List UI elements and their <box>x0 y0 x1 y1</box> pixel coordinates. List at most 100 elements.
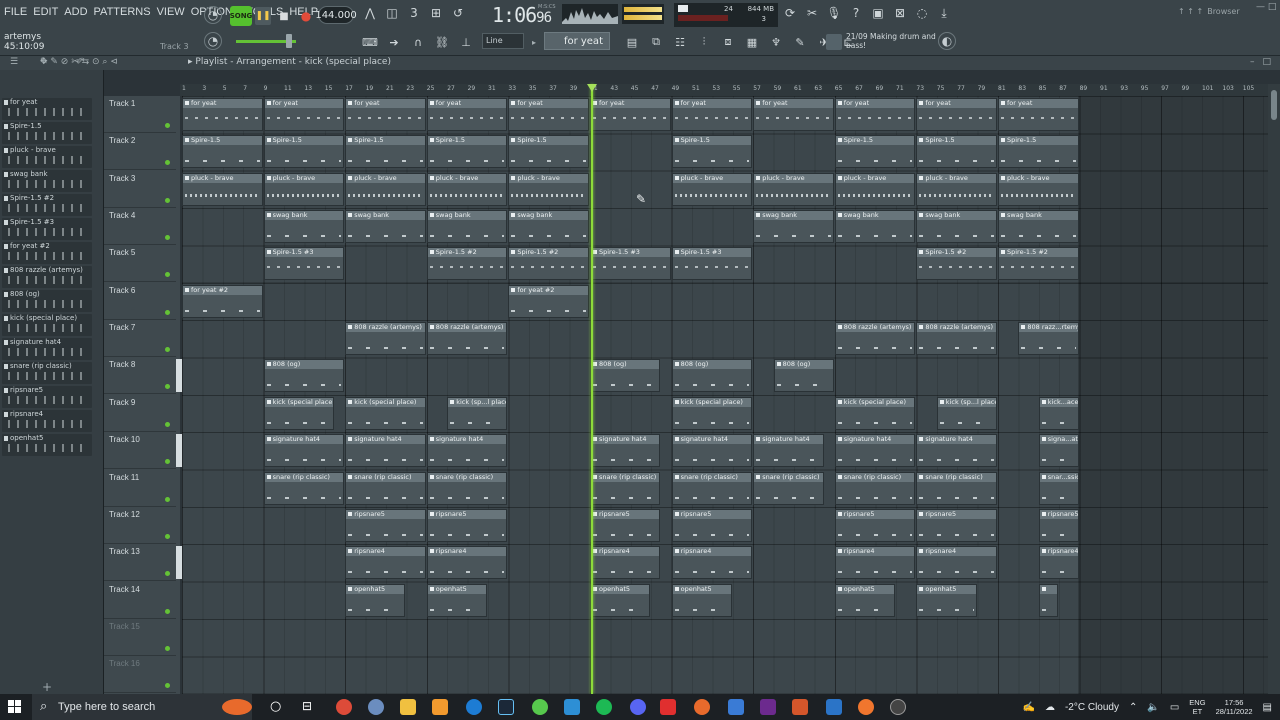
pattern-clip[interactable]: signature hat4 <box>916 434 997 468</box>
news-panel[interactable]: 21/09 Making drum and bass! <box>846 32 938 50</box>
pattern-icon[interactable]: ⧈ <box>720 34 736 50</box>
pattern-clip[interactable]: signature hat4 <box>590 434 661 468</box>
pattern-clip[interactable]: for yeat #2 <box>182 284 263 318</box>
menu-add[interactable]: ADD <box>64 6 87 18</box>
playlist-window-controls[interactable]: –□✕ <box>1250 57 1280 67</box>
pattern-clip[interactable]: 808 (og) <box>773 359 834 393</box>
track-mute-led[interactable] <box>165 347 170 353</box>
master-pitch-knob[interactable]: ◔ <box>204 32 222 50</box>
channel-rack-icon[interactable]: ☷ <box>672 34 688 50</box>
microphone-icon[interactable]: 🎙 <box>826 5 842 21</box>
pattern-clip[interactable]: openhat5 <box>916 583 977 617</box>
pattern-clip[interactable]: signature hat4 <box>345 434 426 468</box>
pattern-clip[interactable]: Spire-1.5 #2 <box>998 247 1079 281</box>
scrollbar-thumb[interactable] <box>1271 90 1277 120</box>
pattern-clip[interactable]: ripsnare4 <box>345 546 426 580</box>
magnet-icon[interactable]: ∩ <box>410 34 426 50</box>
track-header[interactable]: Track 6 <box>104 283 176 320</box>
picker-item[interactable]: pluck - brave <box>2 146 92 168</box>
pattern-clip[interactable]: ripsnare4 <box>1038 546 1079 580</box>
fl-studio-icon[interactable] <box>432 699 448 715</box>
pattern-clip[interactable]: ripsnare5 <box>671 508 753 542</box>
vertical-scrollbar[interactable] <box>1268 84 1280 694</box>
pattern-clip[interactable]: swag bank <box>263 210 345 244</box>
pattern-clip[interactable]: Spire-1.5 #2 <box>916 247 997 281</box>
pattern-clip[interactable]: pluck - brave <box>671 172 753 206</box>
plugin-icon[interactable]: ⊠ <box>892 5 908 21</box>
pattern-clip[interactable]: snar...ssic) <box>1038 471 1079 505</box>
cpu-knob-icon[interactable]: ◔ <box>204 6 222 24</box>
pattern-clip[interactable]: signature hat4 <box>671 434 753 468</box>
pattern-clip[interactable]: pluck - brave <box>182 172 263 206</box>
obs-icon[interactable] <box>890 699 906 715</box>
menu-patterns[interactable]: PATTERNS <box>94 6 151 18</box>
plugin-picker-icon[interactable]: ♆ <box>768 34 784 50</box>
weather-text[interactable]: -2°C Cloudy <box>1065 702 1119 713</box>
pattern-clip[interactable]: pluck - brave <box>508 172 589 206</box>
pattern-clip[interactable]: openhat5 <box>345 583 406 617</box>
pattern-clip[interactable]: swag bank <box>345 210 426 244</box>
pattern-clip[interactable]: signature hat4 <box>263 434 345 468</box>
track-header[interactable]: Track 11 <box>104 470 176 507</box>
pattern-clip[interactable]: 808 (og) <box>671 359 753 393</box>
pattern-clip[interactable]: pluck - brave <box>426 172 508 206</box>
chrome-icon[interactable] <box>336 699 352 715</box>
track-mute-led[interactable] <box>165 421 170 427</box>
pencil-tool-icon[interactable]: ✎ ✎ ⊘ ✂ ⇆ ⊙ ⌕ ⊲ <box>40 57 118 67</box>
track-header[interactable]: Track 4 <box>104 208 176 246</box>
pattern-clip[interactable]: snare (rip classic) <box>590 471 661 505</box>
pattern-clip[interactable]: snare (rip classic) <box>671 471 753 505</box>
xbox-icon[interactable] <box>532 699 548 715</box>
save-icon[interactable]: ▣ <box>870 5 886 21</box>
tempo-display[interactable]: 144.000 <box>315 6 357 24</box>
pattern-clip[interactable]: pluck - brave <box>263 172 345 206</box>
track-header[interactable]: Track 5 <box>104 245 176 283</box>
pattern-clip[interactable]: Spire-1.5 #3 <box>671 247 753 281</box>
pattern-clip[interactable]: Spire-1.5 <box>671 135 753 169</box>
menu-file[interactable]: FILE <box>4 6 27 18</box>
playlist-icon[interactable]: ▤ <box>624 34 640 50</box>
pattern-clip[interactable]: for yeat <box>263 98 345 131</box>
store-icon[interactable] <box>826 699 842 715</box>
illustrator-icon[interactable] <box>792 699 808 715</box>
oscilloscope[interactable] <box>562 4 618 24</box>
track-mute-led[interactable] <box>165 384 170 390</box>
app-icon[interactable] <box>368 699 384 715</box>
pattern-clip[interactable]: for yeat <box>671 98 753 131</box>
snap-select[interactable]: Line <box>482 33 524 49</box>
export-icon[interactable]: ⤓ <box>936 5 952 21</box>
file-explorer-icon[interactable] <box>400 699 416 715</box>
pattern-clip[interactable]: ripsnare5 <box>426 508 508 542</box>
master-volume-handle[interactable] <box>286 34 292 48</box>
picker-item[interactable]: ripsnare5 <box>2 386 92 408</box>
maximize-icon[interactable]: □ <box>1263 57 1272 67</box>
pattern-clip[interactable]: snare (rip classic) <box>753 471 824 505</box>
track-mute-led[interactable] <box>165 571 170 577</box>
pattern-clip[interactable]: for yeat <box>590 98 671 131</box>
pattern-clip[interactable] <box>1038 583 1059 617</box>
pattern-clip[interactable]: 808 razzle (artemys) <box>426 322 508 356</box>
browser-button[interactable]: ↑ ↑ ↑ Browser <box>1178 3 1252 19</box>
track-mute-led[interactable] <box>165 123 170 128</box>
stamp-icon[interactable]: ⊥ <box>458 34 474 50</box>
resource-monitor[interactable]: 24 844 MB 3 <box>674 3 778 27</box>
pattern-clip[interactable]: 808 (og) <box>263 359 345 393</box>
pattern-clip[interactable]: for yeat <box>998 98 1079 131</box>
pattern-clip[interactable]: openhat5 <box>426 583 487 617</box>
mail-icon[interactable] <box>564 699 580 715</box>
track-mute-led[interactable] <box>165 197 170 203</box>
picker-item[interactable]: Spire-1.5 #2 <box>2 194 92 216</box>
dropdown-arrow-icon[interactable]: ▸ <box>532 38 536 47</box>
app-orange-icon[interactable] <box>858 699 874 715</box>
windows-start-icon[interactable] <box>8 700 22 714</box>
pattern-clip[interactable]: Spire-1.5 #3 <box>590 247 671 281</box>
pattern-clip[interactable]: snare (rip classic) <box>263 471 345 505</box>
pattern-clip[interactable]: signature hat4 <box>834 434 916 468</box>
pattern-clip[interactable]: pluck - brave <box>345 172 426 206</box>
pattern-clip[interactable]: snare (rip classic) <box>345 471 426 505</box>
pattern-clip[interactable]: kick (sp...l place) <box>936 396 997 430</box>
cortana-icon[interactable]: ○ <box>270 699 286 715</box>
pattern-clip[interactable]: Spire-1.5 <box>426 135 508 169</box>
discord-icon[interactable] <box>630 699 646 715</box>
pattern-clip[interactable]: ripsnare4 <box>590 546 661 580</box>
